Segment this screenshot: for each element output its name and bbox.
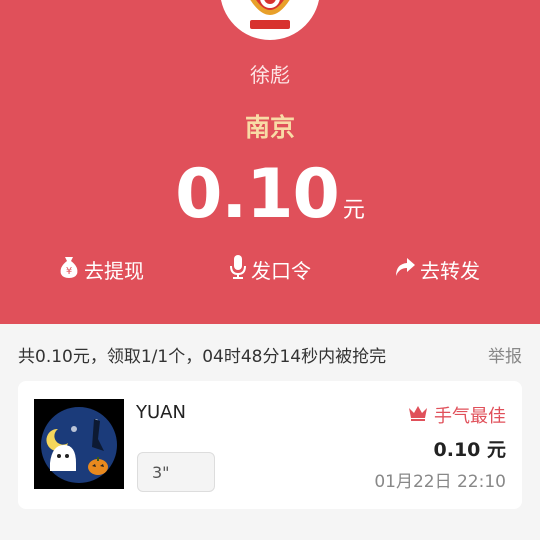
red-packet-header: 徐彪 南京 0.10 元 ¥ 去提现 发口令 去转发 (0, 0, 540, 324)
withdraw-label: 去提现 (84, 258, 144, 283)
record-amount: 0.10 元 (433, 439, 507, 461)
withdraw-button[interactable]: ¥ 去提现 (58, 253, 144, 285)
amount-display: 0.10 元 (0, 155, 540, 235)
voice-command-button[interactable]: 发口令 (229, 253, 311, 285)
svg-text:¥: ¥ (66, 266, 72, 277)
record-card[interactable]: YUAN 3" 手气最佳 0.10 元 01月22日 22:10 (18, 381, 522, 509)
action-row: ¥ 去提现 发口令 去转发 (0, 253, 540, 285)
amount-unit: 元 (342, 198, 365, 223)
microphone-icon (229, 254, 251, 285)
voice-command-label: 发口令 (251, 258, 311, 283)
report-link[interactable]: 举报 (488, 342, 522, 367)
red-packet-title: 南京 (244, 113, 295, 142)
share-arrow-icon (394, 256, 420, 283)
forward-button[interactable]: 去转发 (394, 253, 480, 285)
money-bag-icon: ¥ (58, 255, 84, 284)
crown-icon (408, 405, 434, 426)
best-luck-badge: 手气最佳 (408, 402, 506, 428)
record-name: YUAN (136, 402, 186, 423)
forward-label: 去转发 (420, 258, 480, 283)
sender-name: 徐彪 (250, 63, 290, 87)
summary-text: 共0.10元，领取1/1个，04时48分14秒内被抢完 (18, 347, 387, 367)
voice-message-bubble[interactable]: 3" (137, 452, 215, 492)
record-avatar[interactable] (34, 399, 124, 489)
summary-bar: 共0.10元，领取1/1个，04时48分14秒内被抢完 举报 (0, 324, 540, 380)
record-time: 01月22日 22:10 (374, 472, 506, 492)
best-luck-label: 手气最佳 (434, 406, 506, 427)
amount-value: 0.10 (175, 155, 340, 234)
sender-avatar[interactable] (220, 0, 320, 40)
